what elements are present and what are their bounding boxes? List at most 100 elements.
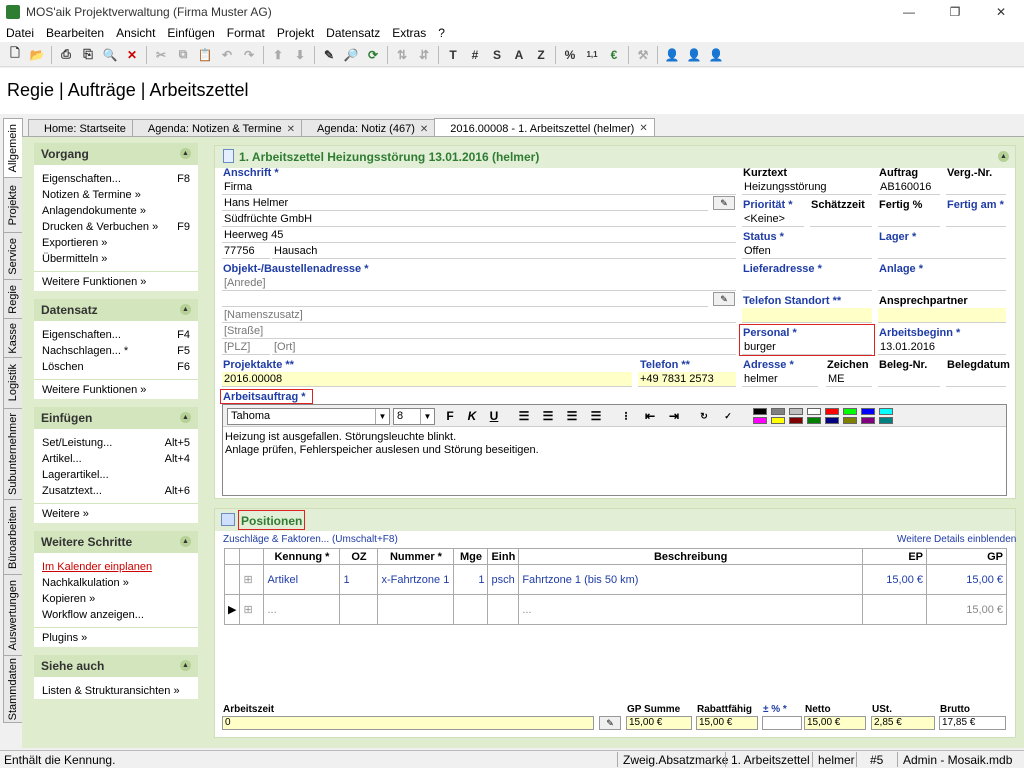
maximize-icon[interactable]: ❐	[932, 0, 978, 24]
collapse-icon[interactable]: ▲	[180, 536, 191, 547]
color-cyan[interactable]	[879, 408, 893, 415]
ansprech-field[interactable]	[878, 308, 1006, 323]
color-teal[interactable]	[879, 417, 893, 424]
sum-button[interactable]: S	[486, 44, 508, 66]
sort-asc-icon[interactable]: ⇅	[391, 44, 413, 66]
a-button[interactable]: A	[508, 44, 530, 66]
italic-icon[interactable]: K	[463, 408, 481, 424]
delete-icon[interactable]: ✕	[121, 44, 143, 66]
cell-kennung[interactable]: Artikel	[263, 564, 341, 595]
color-magenta[interactable]	[753, 417, 767, 424]
cell-einh[interactable]: psch	[487, 564, 520, 595]
arrow-up-icon[interactable]: ⬆	[267, 44, 289, 66]
sidebar-item[interactable]: Artikel... Alt+4	[34, 451, 198, 467]
redo-icon[interactable]: ↷	[238, 44, 260, 66]
sidebar-item[interactable]: Eigenschaften... F4	[34, 327, 198, 343]
editor-text-area[interactable]: Heizung ist ausgefallen. Störungsleuchte…	[223, 427, 1006, 461]
z-button[interactable]: Z	[530, 44, 552, 66]
vergnr-field[interactable]	[946, 180, 1006, 195]
minimize-icon[interactable]: ―	[886, 0, 932, 24]
col-einh[interactable]: Einh	[487, 548, 520, 565]
arrow-down-icon[interactable]: ⬇	[289, 44, 311, 66]
arbeitszeit-field[interactable]: 0	[222, 716, 594, 730]
fertigam-field[interactable]	[946, 212, 1006, 227]
collapse-icon[interactable]: ▲	[180, 660, 191, 671]
currency-icon[interactable]: €	[603, 44, 625, 66]
color-navy[interactable]	[825, 417, 839, 424]
vtab-regie[interactable]: Regie	[3, 279, 23, 319]
number-button[interactable]: #	[464, 44, 486, 66]
tab-agenda-notizen[interactable]: Agenda: Notizen & Termine ✕	[131, 119, 303, 136]
anlage-field[interactable]	[878, 276, 1006, 291]
menu-ansicht[interactable]: Ansicht	[110, 26, 161, 40]
personal-field[interactable]: burger	[742, 340, 872, 355]
color-blue[interactable]	[861, 408, 875, 415]
col-gp[interactable]: GP	[926, 548, 1007, 565]
outdent-icon[interactable]: ⇤	[641, 408, 659, 424]
sidebar-item[interactable]: Exportieren »	[34, 235, 198, 251]
menu-extras[interactable]: Extras	[386, 26, 432, 40]
collapse-icon[interactable]: ▲	[180, 148, 191, 159]
sidebar-item[interactable]: Eigenschaften... F8	[34, 171, 198, 187]
zuschlaege-link[interactable]: Zuschläge & Faktoren... (Umschalt+F8)	[223, 534, 398, 545]
sidebar-item[interactable]: Im Kalender einplanen	[34, 559, 198, 575]
anschrift-line-2[interactable]: Hans Helmer	[222, 196, 708, 211]
sort-desc-icon[interactable]: ⇵	[413, 44, 435, 66]
objekt-plz-field[interactable]: [PLZ]	[222, 340, 270, 355]
close-icon[interactable]: ✕	[978, 0, 1024, 24]
details-link[interactable]: Weitere Details einblenden	[897, 534, 1016, 545]
color-red[interactable]	[825, 408, 839, 415]
color-olive[interactable]	[843, 417, 857, 424]
cell-beschreibung[interactable]: Fahrtzone 1 (bis 50 km)	[518, 564, 863, 595]
col-oz[interactable]: OZ	[339, 548, 379, 565]
print-icon[interactable]: ⎙	[55, 44, 77, 66]
telefon-field[interactable]: +49 7831 2573	[638, 372, 736, 387]
sidebar-item[interactable]: Zusatztext... Alt+6	[34, 483, 198, 499]
belegnr-field[interactable]	[878, 372, 940, 387]
bullet-list-icon[interactable]: ⁝	[617, 408, 635, 424]
lieferadresse-field[interactable]	[742, 276, 872, 291]
bold-icon[interactable]: F	[441, 408, 459, 424]
fertig-field[interactable]	[878, 212, 940, 227]
user-blue-icon[interactable]: 👤	[661, 44, 683, 66]
copy-icon[interactable]: ⧉	[172, 44, 194, 66]
color-gray[interactable]	[771, 408, 785, 415]
menu-einfuegen[interactable]: Einfügen	[161, 26, 220, 40]
open-icon[interactable]: 📂	[26, 44, 48, 66]
print-preview-icon[interactable]: ⎘	[77, 44, 99, 66]
collapse-icon[interactable]: ▲	[180, 412, 191, 423]
align-left-icon[interactable]: ☰	[515, 408, 533, 424]
cut-icon[interactable]: ✂	[150, 44, 172, 66]
rtf-icon[interactable]: ↻	[695, 408, 713, 424]
vtab-auswertungen[interactable]: Auswertungen	[3, 574, 23, 656]
align-center-icon[interactable]: ☰	[539, 408, 557, 424]
search-icon[interactable]: 🔍	[99, 44, 121, 66]
anschrift-line-3[interactable]: Südfrüchte GmbH	[222, 212, 736, 227]
adresse-field[interactable]: helmer	[742, 372, 818, 387]
color-yellow[interactable]	[771, 417, 785, 424]
underline-icon[interactable]: U	[485, 408, 503, 424]
col-nummer[interactable]: Nummer *	[377, 548, 455, 565]
menu-datei[interactable]: Datei	[0, 26, 40, 40]
col-ep[interactable]: EP	[862, 548, 927, 565]
sidebar-item[interactable]: Set/Leistung... Alt+5	[34, 435, 198, 451]
color-purple[interactable]	[861, 417, 875, 424]
expand-icon[interactable]: ⊞	[239, 564, 265, 595]
cell-nummer[interactable]: x-Fahrtzone 1	[377, 564, 455, 595]
sidebar-item[interactable]: Nachschlagen... * F5	[34, 343, 198, 359]
ort-field[interactable]: Hausach	[272, 244, 736, 259]
justify-icon[interactable]: ☰	[587, 408, 605, 424]
sidebar-more[interactable]: Weitere »	[34, 503, 198, 523]
table-row[interactable]: ⊞ Artikel 1 x-Fahrtzone 1 1 psch Fahrtzo…	[223, 564, 1007, 595]
expand-icon[interactable]: ⊞	[239, 594, 265, 625]
prozent-field[interactable]	[762, 716, 802, 730]
sidebar-item[interactable]: Notizen & Termine »	[34, 187, 198, 203]
sidebar-item[interactable]: Lagerartikel...	[34, 467, 198, 483]
user-red-icon[interactable]: 👤	[705, 44, 727, 66]
cell-oz[interactable]: 1	[339, 564, 379, 595]
new-icon[interactable]: 🗋	[4, 44, 26, 66]
align-right-icon[interactable]: ☰	[563, 408, 581, 424]
projektakte-field[interactable]: 2016.00008	[222, 372, 632, 387]
anschrift-line-4[interactable]: Heerweg 45	[222, 228, 736, 243]
status-field[interactable]: Offen	[742, 244, 872, 259]
